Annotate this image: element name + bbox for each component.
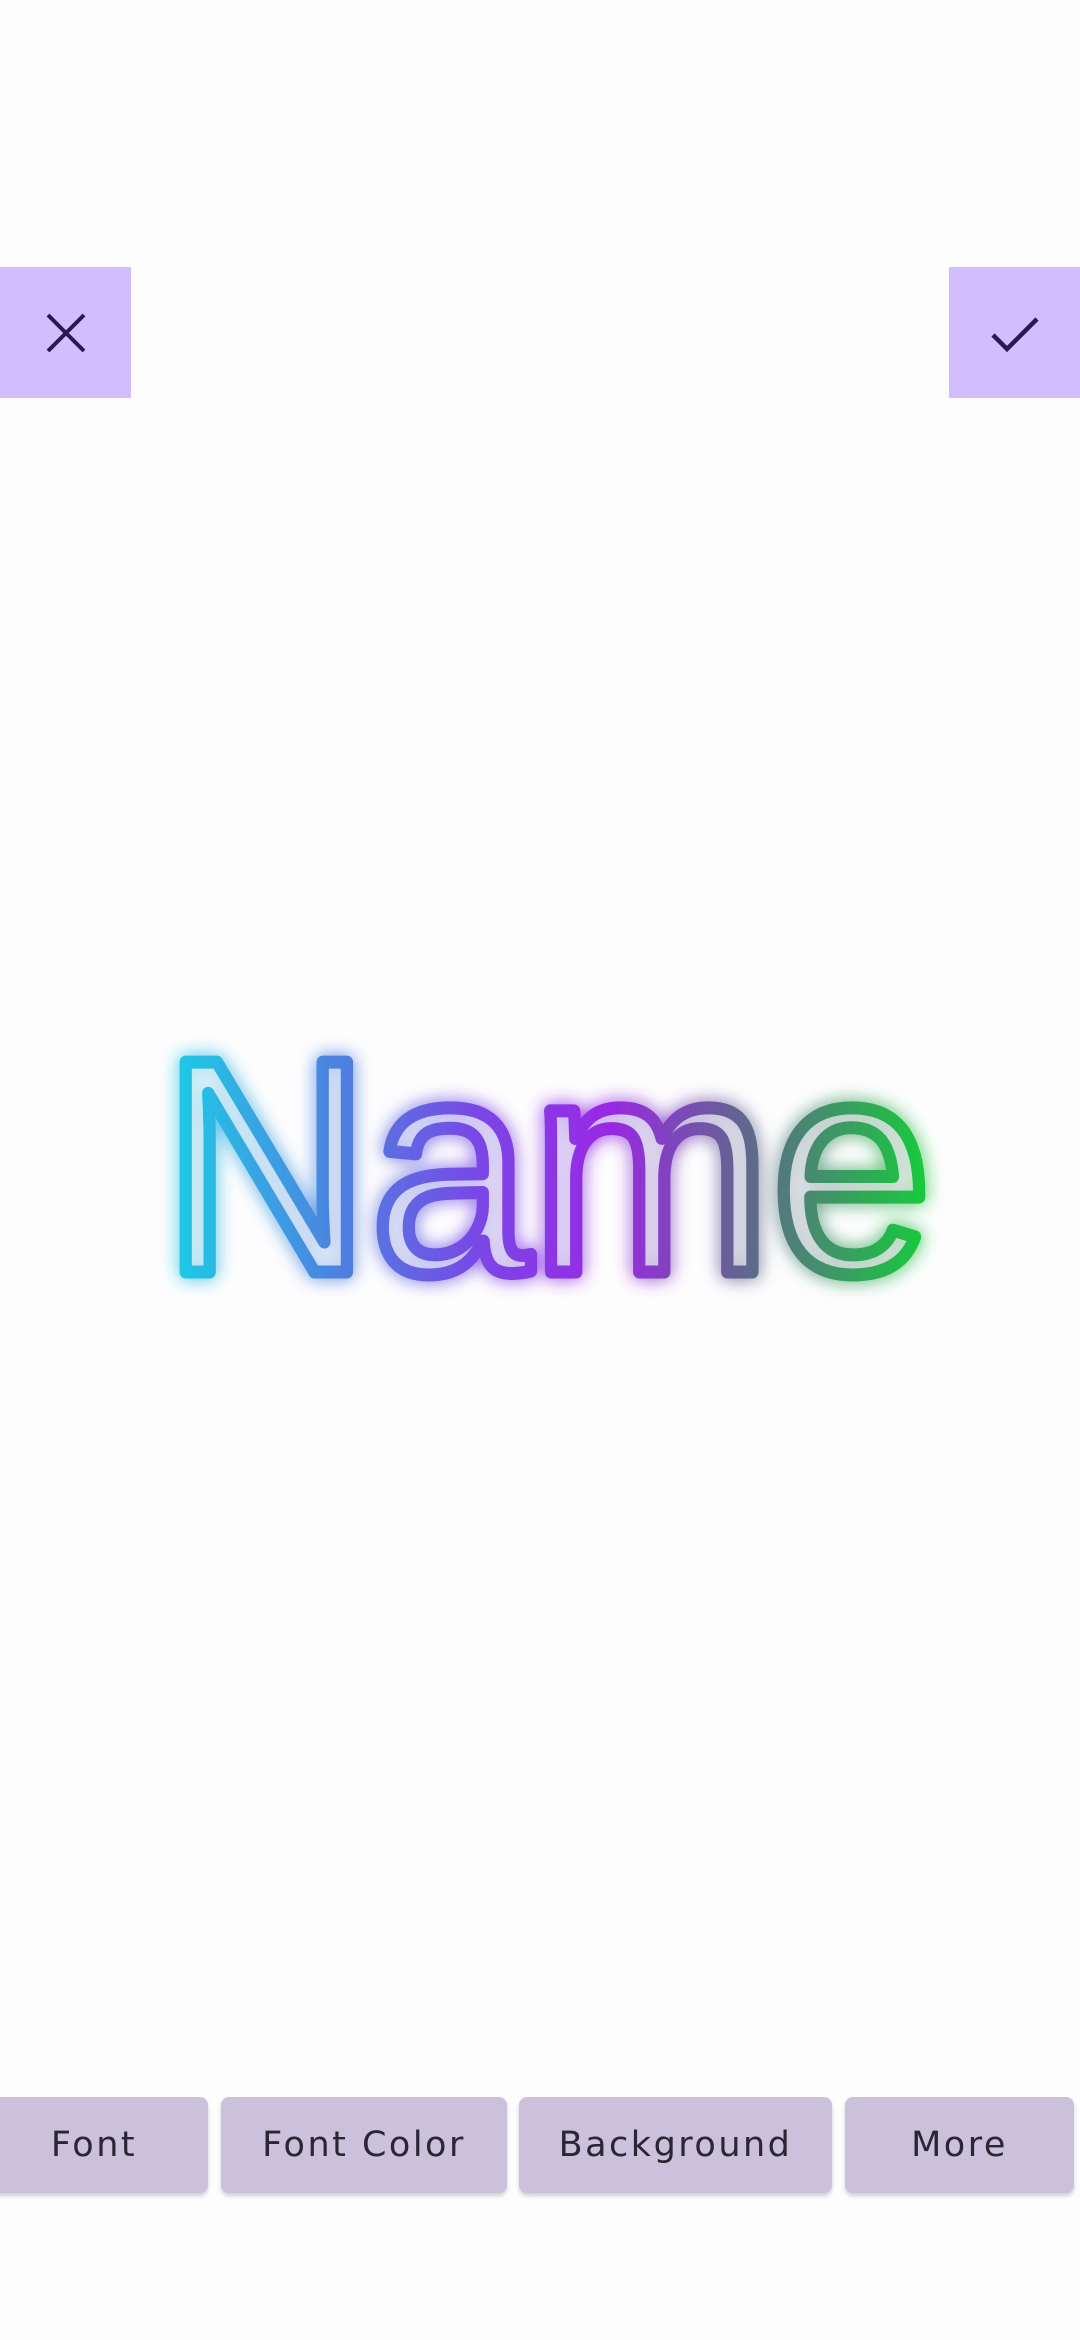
font-color-button[interactable]: Font Color — [221, 2097, 507, 2193]
background-button[interactable]: Background — [519, 2097, 832, 2193]
confirm-button[interactable] — [949, 267, 1080, 398]
close-icon — [44, 311, 88, 355]
check-icon — [989, 311, 1041, 355]
close-button[interactable] — [0, 267, 131, 398]
preview-text: Name — [162, 996, 932, 1337]
font-button[interactable]: Font — [0, 2097, 208, 2193]
more-button[interactable]: More — [845, 2097, 1074, 2193]
text-preview[interactable]: Name — [0, 960, 1080, 1380]
bottom-toolbar: Font Font Color Background More — [0, 2097, 1080, 2195]
preview-canvas: Name — [156, 990, 939, 1344]
